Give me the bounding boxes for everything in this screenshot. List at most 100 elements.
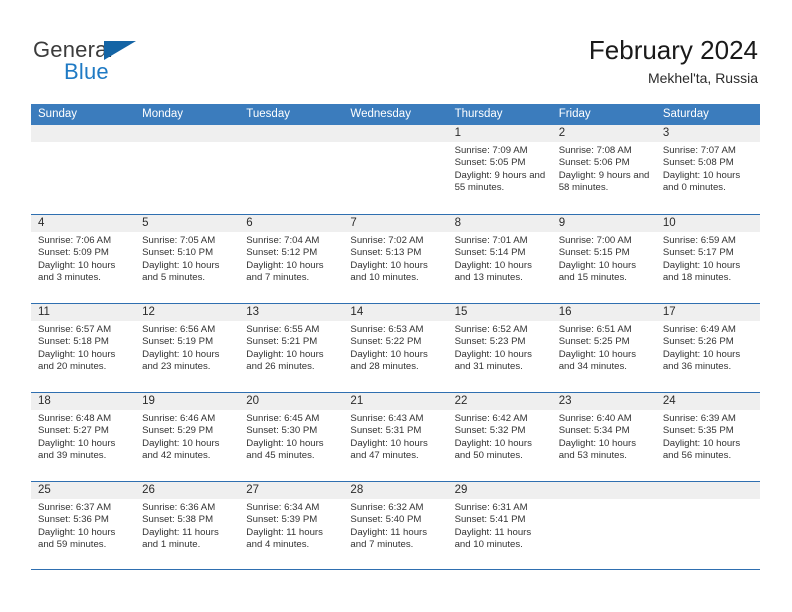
day-number: 24 xyxy=(662,395,676,407)
calendar-day-cell[interactable]: 12 Sunrise: 6:56 AM Sunset: 5:19 PM Dayligh… xyxy=(135,304,240,392)
sunrise-text: Sunrise: 6:37 AM xyxy=(38,502,112,513)
calendar-day-cell-empty xyxy=(31,125,136,214)
day-number: 22 xyxy=(454,395,468,407)
calendar-weeks: 1 Sunrise: 7:09 AM Sunset: 5:05 PM Daylight… xyxy=(31,125,760,570)
daylight-text: Daylight: 10 hours and 47 minutes. xyxy=(350,437,428,462)
day-number-band: 12 xyxy=(135,304,240,321)
day-number-band: 29 xyxy=(447,482,552,499)
sunset-text: Sunset: 5:14 PM xyxy=(454,247,526,259)
day-number-band xyxy=(343,125,448,142)
daylight-text: Daylight: 11 hours and 7 minutes. xyxy=(350,526,428,551)
calendar-day-cell[interactable]: 5 Sunrise: 7:05 AM Sunset: 5:10 PM Daylight… xyxy=(135,215,240,303)
day-number-band: 23 xyxy=(551,393,656,410)
calendar-week-row: 25 Sunrise: 6:37 AM Sunset: 5:36 PM Dayligh… xyxy=(31,481,760,570)
day-number: 2 xyxy=(558,127,566,139)
weekday-header-saturday: Saturday xyxy=(662,108,709,120)
day-number-band: 2 xyxy=(551,125,656,142)
sunset-text: Sunset: 5:40 PM xyxy=(350,514,422,526)
day-sun-info: Sunrise: 6:31 AM Sunset: 5:41 PM Daylight:… xyxy=(448,499,552,552)
calendar-day-cell-empty xyxy=(551,482,656,569)
calendar-day-cell[interactable]: 18 Sunrise: 6:48 AM Sunset: 5:27 PM Dayligh… xyxy=(31,393,136,481)
logo-text-blue: Blue xyxy=(64,59,109,84)
sunrise-text: Sunrise: 6:43 AM xyxy=(350,413,424,424)
day-sun-info: Sunrise: 6:52 AM Sunset: 5:23 PM Daylight:… xyxy=(448,321,552,374)
calendar-day-cell[interactable]: 14 Sunrise: 6:53 AM Sunset: 5:22 PM Dayligh… xyxy=(343,304,448,392)
day-number: 7 xyxy=(350,217,357,229)
calendar-day-cell[interactable]: 8 Sunrise: 7:01 AM Sunset: 5:14 PM Daylight… xyxy=(447,215,552,303)
calendar-day-cell[interactable]: 9 Sunrise: 7:00 AM Sunset: 5:15 PM Daylight… xyxy=(551,215,656,303)
sunrise-text: Sunrise: 7:06 AM xyxy=(38,235,112,246)
sunrise-text: Sunrise: 6:34 AM xyxy=(246,502,320,513)
calendar-day-cell[interactable]: 17 Sunrise: 6:49 AM Sunset: 5:26 PM Dayligh… xyxy=(655,304,760,392)
sunset-text: Sunset: 5:27 PM xyxy=(38,425,109,437)
general-blue-logo[interactable]: General Blue xyxy=(33,38,213,84)
calendar-day-cell-empty xyxy=(655,482,760,569)
day-number-band: 26 xyxy=(135,482,240,499)
calendar-day-cell[interactable]: 26 Sunrise: 6:36 AM Sunset: 5:38 PM Dayligh… xyxy=(135,482,240,569)
sunset-text: Sunset: 5:30 PM xyxy=(246,425,318,437)
calendar-day-cell[interactable]: 28 Sunrise: 6:32 AM Sunset: 5:40 PM Dayligh… xyxy=(343,482,448,569)
calendar-day-cell[interactable]: 7 Sunrise: 7:02 AM Sunset: 5:13 PM Daylight… xyxy=(343,215,448,303)
daylight-text: Daylight: 11 hours and 10 minutes. xyxy=(454,526,532,551)
daylight-text: Daylight: 10 hours and 56 minutes. xyxy=(662,437,741,462)
day-sun-info: Sunrise: 6:51 AM Sunset: 5:25 PM Daylight:… xyxy=(552,321,656,374)
day-number: 12 xyxy=(142,306,155,318)
sunrise-text: Sunrise: 6:32 AM xyxy=(350,502,424,513)
sunrise-text: Sunrise: 6:57 AM xyxy=(38,324,112,335)
day-number-band: 13 xyxy=(239,304,344,321)
day-number: 14 xyxy=(350,306,364,318)
sunrise-text: Sunrise: 7:00 AM xyxy=(558,235,632,246)
day-number: 19 xyxy=(142,395,155,407)
sunset-text: Sunset: 5:05 PM xyxy=(454,157,526,169)
daylight-text: Daylight: 10 hours and 26 minutes. xyxy=(246,348,324,373)
daylight-text: Daylight: 10 hours and 10 minutes. xyxy=(350,259,428,284)
sunrise-text: Sunrise: 7:01 AM xyxy=(454,235,528,246)
day-number: 29 xyxy=(454,484,468,496)
calendar-day-cell[interactable]: 11 Sunrise: 6:57 AM Sunset: 5:18 PM Dayligh… xyxy=(31,304,136,392)
calendar-day-cell[interactable]: 20 Sunrise: 6:45 AM Sunset: 5:30 PM Dayligh… xyxy=(239,393,344,481)
calendar-day-cell[interactable]: 25 Sunrise: 6:37 AM Sunset: 5:36 PM Dayligh… xyxy=(31,482,136,569)
calendar-day-cell[interactable]: 2 Sunrise: 7:08 AM Sunset: 5:06 PM Daylight… xyxy=(551,125,656,214)
daylight-text: Daylight: 11 hours and 4 minutes. xyxy=(246,526,323,551)
sunrise-text: Sunrise: 6:49 AM xyxy=(662,324,736,335)
calendar-day-cell-empty xyxy=(239,125,344,214)
calendar-day-cell-empty xyxy=(135,125,240,214)
calendar-day-cell[interactable]: 6 Sunrise: 7:04 AM Sunset: 5:12 PM Daylight… xyxy=(239,215,344,303)
sunset-text: Sunset: 5:12 PM xyxy=(246,247,318,259)
day-number-band: 7 xyxy=(343,215,448,232)
day-sun-info: Sunrise: 6:55 AM Sunset: 5:21 PM Daylight:… xyxy=(239,321,343,374)
day-sun-info: Sunrise: 7:07 AM Sunset: 5:08 PM Daylight:… xyxy=(656,142,760,195)
calendar-day-cell[interactable]: 13 Sunrise: 6:55 AM Sunset: 5:21 PM Dayligh… xyxy=(239,304,344,392)
logo-triangle-icon xyxy=(104,41,136,60)
day-number: 1 xyxy=(454,127,461,139)
day-sun-info: Sunrise: 7:08 AM Sunset: 5:06 PM Daylight:… xyxy=(552,142,656,195)
calendar-day-cell[interactable]: 21 Sunrise: 6:43 AM Sunset: 5:31 PM Dayligh… xyxy=(343,393,448,481)
calendar-day-cell[interactable]: 3 Sunrise: 7:07 AM Sunset: 5:08 PM Daylight… xyxy=(655,125,760,214)
daylight-text: Daylight: 9 hours and 58 minutes. xyxy=(558,169,650,194)
sunset-text: Sunset: 5:08 PM xyxy=(662,157,734,169)
day-sun-info: Sunrise: 7:05 AM Sunset: 5:10 PM Daylight:… xyxy=(135,232,239,285)
calendar-day-cell[interactable]: 15 Sunrise: 6:52 AM Sunset: 5:23 PM Dayligh… xyxy=(447,304,552,392)
weekday-header-monday: Monday xyxy=(142,108,184,120)
calendar-day-cell[interactable]: 24 Sunrise: 6:39 AM Sunset: 5:35 PM Dayligh… xyxy=(655,393,760,481)
day-number-band: 5 xyxy=(135,215,240,232)
calendar-day-cell[interactable]: 10 Sunrise: 6:59 AM Sunset: 5:17 PM Dayligh… xyxy=(655,215,760,303)
daylight-text: Daylight: 10 hours and 18 minutes. xyxy=(662,259,741,284)
daylight-text: Daylight: 10 hours and 39 minutes. xyxy=(38,437,116,462)
day-number-band: 19 xyxy=(135,393,240,410)
calendar-day-cell[interactable]: 1 Sunrise: 7:09 AM Sunset: 5:05 PM Daylight… xyxy=(447,125,552,214)
calendar-day-cell[interactable]: 19 Sunrise: 6:46 AM Sunset: 5:29 PM Dayligh… xyxy=(135,393,240,481)
calendar-day-cell[interactable]: 29 Sunrise: 6:31 AM Sunset: 5:41 PM Dayligh… xyxy=(447,482,552,569)
calendar-day-cell[interactable]: 4 Sunrise: 7:06 AM Sunset: 5:09 PM Daylight… xyxy=(31,215,136,303)
day-number-band xyxy=(551,482,656,499)
calendar-day-cell[interactable]: 16 Sunrise: 6:51 AM Sunset: 5:25 PM Dayligh… xyxy=(551,304,656,392)
day-sun-info: Sunrise: 6:37 AM Sunset: 5:36 PM Daylight:… xyxy=(31,499,135,552)
sunset-text: Sunset: 5:15 PM xyxy=(558,247,630,259)
calendar-day-cell[interactable]: 22 Sunrise: 6:42 AM Sunset: 5:32 PM Dayligh… xyxy=(447,393,552,481)
calendar-day-cell[interactable]: 27 Sunrise: 6:34 AM Sunset: 5:39 PM Dayligh… xyxy=(239,482,344,569)
daylight-text: Daylight: 10 hours and 13 minutes. xyxy=(454,259,532,284)
calendar-grid: Sunday Monday Tuesday Wednesday Thursday Frid… xyxy=(31,104,760,570)
sunset-text: Sunset: 5:21 PM xyxy=(246,336,318,348)
daylight-text: Daylight: 10 hours and 36 minutes. xyxy=(662,348,741,373)
calendar-day-cell[interactable]: 23 Sunrise: 6:40 AM Sunset: 5:34 PM Dayligh… xyxy=(551,393,656,481)
